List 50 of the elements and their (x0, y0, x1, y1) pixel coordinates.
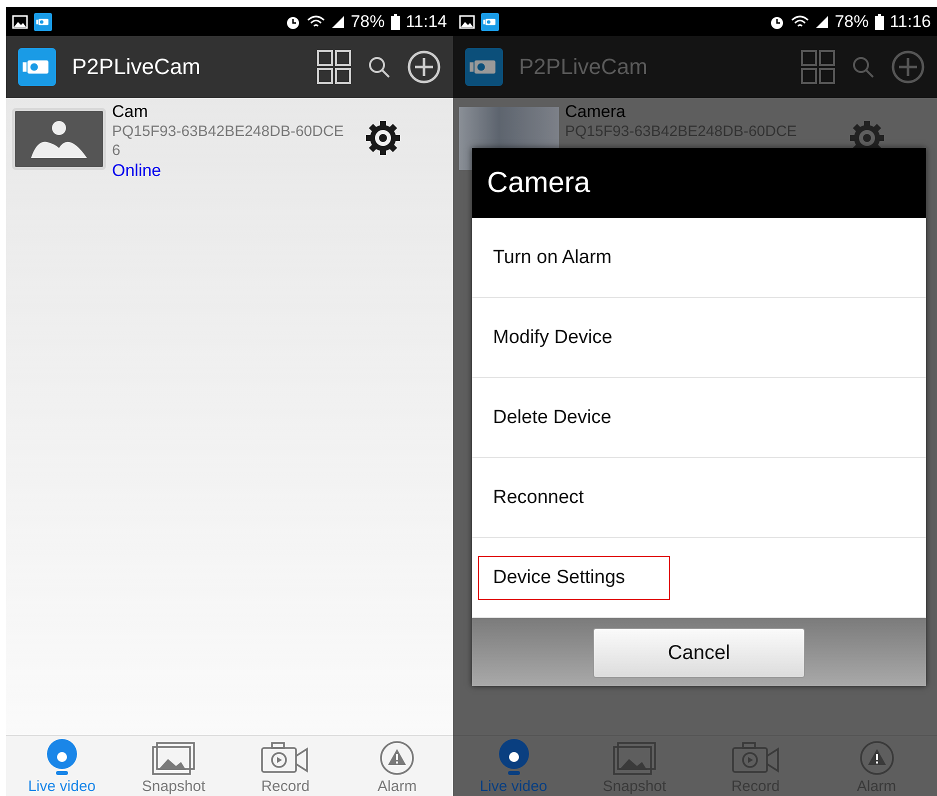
image-icon (12, 14, 28, 28)
device-id: PQ15F93-63B42BE248DB-60DCE (112, 122, 345, 141)
dialog-title: Camera (472, 148, 926, 218)
menu-item[interactable]: Turn on Alarm (472, 218, 926, 298)
video-camera-icon (730, 742, 780, 776)
wifi-icon (790, 14, 809, 28)
warning-icon (379, 740, 416, 776)
signal-icon (814, 14, 829, 28)
grid-view-icon[interactable] (317, 50, 351, 84)
image-placeholder-icon (12, 108, 106, 170)
camera-logo-icon (481, 12, 499, 30)
menu-item-label: Turn on Alarm (492, 246, 613, 270)
cancel-button[interactable]: Cancel (593, 628, 805, 678)
camera-logo-icon (18, 48, 56, 86)
search-icon[interactable] (367, 55, 391, 79)
wifi-icon (306, 14, 325, 28)
highlighted-label: Device Settings (478, 556, 670, 600)
menu-item[interactable]: Reconnect (472, 458, 926, 538)
nav-tab[interactable]: Live video (6, 736, 118, 796)
camera-logo-icon (34, 12, 52, 30)
picture-icon (612, 742, 656, 776)
device-status: Online (112, 160, 162, 182)
device-id: 6 (112, 141, 122, 160)
battery-percentage: 78% (834, 12, 869, 32)
nav-tab[interactable]: Alarm (341, 736, 453, 796)
app-title: P2PLiveCam (72, 54, 202, 80)
battery-percentage: 78% (350, 12, 385, 32)
menu-item-label: Modify Device (492, 326, 614, 350)
camera-logo-icon (465, 48, 503, 86)
nav-tab[interactable]: Snapshot (118, 736, 230, 796)
battery-icon (390, 14, 400, 30)
device-name: Cam (112, 102, 149, 122)
clock-time: 11:14 (406, 12, 447, 32)
video-camera-icon (260, 742, 310, 776)
webcam-icon (44, 738, 79, 776)
webcam-icon (496, 738, 530, 776)
battery-icon (874, 14, 884, 30)
warning-icon (858, 740, 894, 776)
nav-tab[interactable]: Record (230, 736, 342, 796)
picture-icon (152, 742, 196, 776)
menu-item[interactable]: Delete Device (472, 378, 926, 458)
clock-time: 11:16 (890, 12, 931, 32)
menu-item[interactable]: Modify Device (472, 298, 926, 378)
image-icon (459, 14, 475, 28)
app-title: P2PLiveCam (519, 54, 648, 80)
signal-icon (330, 14, 345, 28)
device-name: Camera (565, 102, 626, 122)
settings-icon[interactable] (365, 120, 401, 156)
menu-item-label: Reconnect (492, 486, 585, 510)
menu-item-label: Delete Device (492, 406, 612, 430)
